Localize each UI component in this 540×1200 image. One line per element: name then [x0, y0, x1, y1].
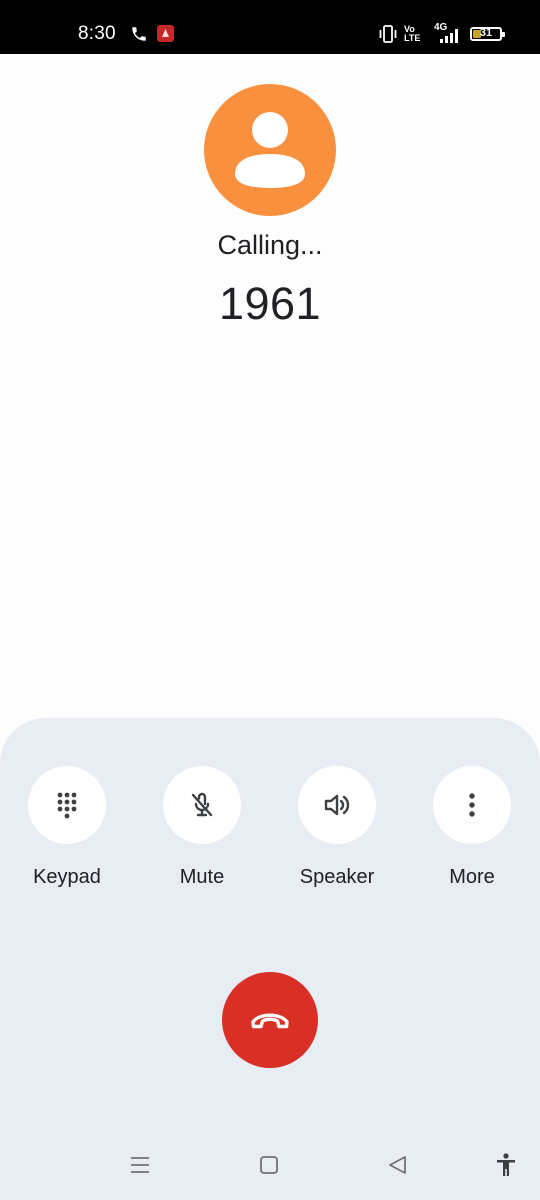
- network-indicator: 4G: [430, 22, 464, 45]
- navigation-bar: [0, 1140, 540, 1192]
- speaker-button[interactable]: Speaker: [272, 766, 402, 889]
- vibrate-icon: [379, 25, 397, 43]
- call-status: Calling...: [217, 230, 323, 260]
- keypad-button[interactable]: Keypad: [2, 766, 132, 889]
- contact-avatar: [204, 84, 336, 216]
- mute-label: Mute: [179, 866, 225, 888]
- more-label: More: [449, 866, 495, 888]
- home-icon[interactable]: [256, 1152, 282, 1178]
- volte-line2: LTE: [404, 33, 421, 43]
- back-icon[interactable]: [385, 1152, 411, 1178]
- mic-off-icon: [191, 792, 213, 817]
- more-vert-icon: [469, 793, 475, 817]
- end-call-button[interactable]: [222, 972, 318, 1068]
- call-end-icon: [251, 1013, 289, 1029]
- status-time: 8:30: [78, 23, 116, 44]
- keypad-label: Keypad: [33, 866, 101, 888]
- volte-indicator: Vo LTE: [404, 25, 426, 43]
- mute-button-circle[interactable]: [163, 766, 241, 844]
- accessibility-icon[interactable]: [493, 1152, 519, 1178]
- battery-icon: 31: [470, 27, 505, 41]
- signal-icon: [440, 29, 458, 43]
- dialpad-icon: [57, 792, 77, 819]
- person-icon: [235, 112, 305, 188]
- call-controls-panel: Keypad Mute Speaker More: [0, 718, 540, 1200]
- keypad-button-circle[interactable]: [28, 766, 106, 844]
- status-bar: 8:30 Vo LTE 4G 31: [0, 0, 540, 54]
- app-notification-icon: [157, 25, 174, 42]
- mute-button[interactable]: Mute: [137, 766, 267, 889]
- battery-level: 31: [479, 27, 493, 39]
- speaker-icon: [324, 794, 350, 816]
- caller-number: 1961: [218, 278, 322, 329]
- speaker-button-circle[interactable]: [298, 766, 376, 844]
- phone-call-icon: [132, 27, 146, 41]
- more-button-circle[interactable]: [433, 766, 511, 844]
- status-indicators: Vo LTE 4G 31: [378, 22, 505, 46]
- menu-icon[interactable]: [127, 1152, 153, 1178]
- speaker-label: Speaker: [299, 866, 375, 888]
- more-button[interactable]: More: [407, 766, 537, 889]
